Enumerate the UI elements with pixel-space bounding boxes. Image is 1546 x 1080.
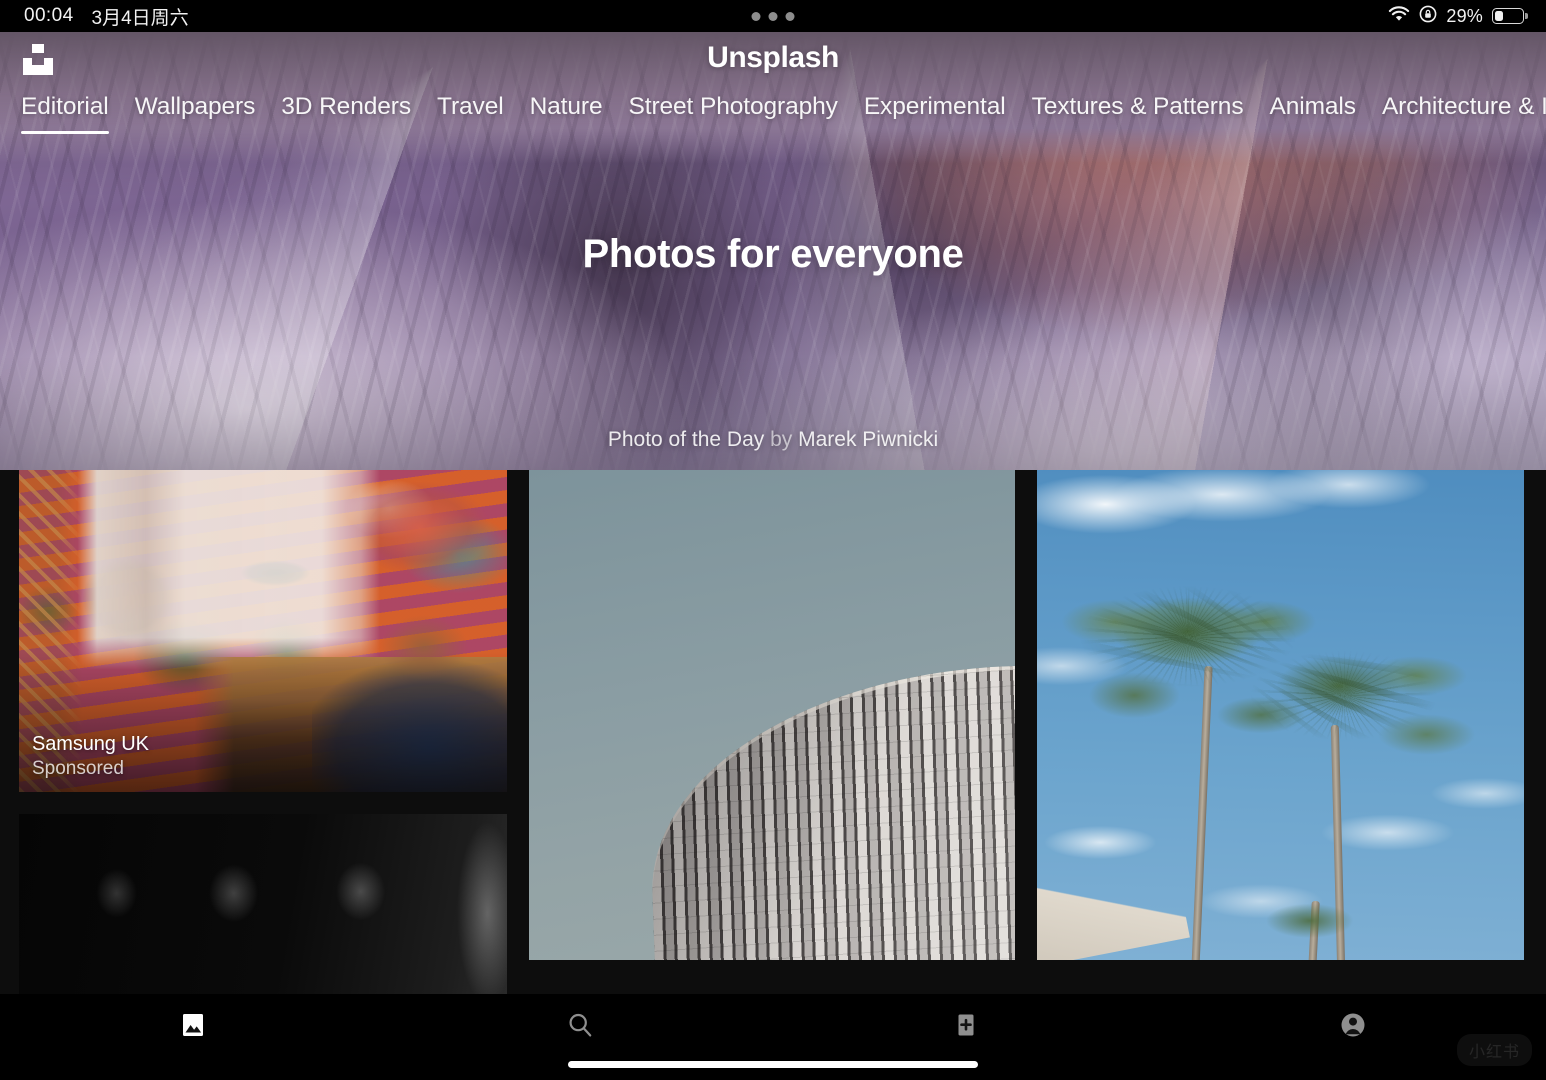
dark-photo-card[interactable]: [19, 814, 507, 994]
nav-item-textures-patterns[interactable]: Textures & Patterns: [1032, 92, 1244, 134]
photo-column-3: [1037, 470, 1524, 994]
architecture-photo-sheen: [645, 653, 1015, 960]
hero-title: Photos for everyone: [582, 232, 964, 276]
profile-icon: [1338, 1010, 1368, 1040]
nav-item-street-photography[interactable]: Street Photography: [629, 92, 838, 134]
photos-icon: [178, 1010, 208, 1040]
tab-photos[interactable]: [0, 1002, 387, 1048]
status-bar-right: 29%: [1388, 0, 1524, 32]
status-time: 00:04: [24, 5, 74, 26]
status-date: 3月4日周六: [91, 7, 189, 29]
sponsored-label: Sponsored: [32, 758, 124, 780]
dark-photo: [19, 814, 507, 994]
battery-icon: [1492, 8, 1524, 24]
watermark-badge: 小红书: [1456, 1034, 1532, 1066]
photo-column-2: [529, 470, 1015, 994]
category-nav[interactable]: Editorial Wallpapers 3D Renders Travel Natur…: [0, 92, 1546, 138]
rotation-lock-icon: [1419, 5, 1437, 28]
home-indicator[interactable]: [568, 1061, 978, 1068]
sponsor-brand-label: Samsung UK: [32, 733, 149, 756]
hero-credit-author[interactable]: Marek Piwnicki: [798, 428, 938, 451]
photo-column-1: Samsung UK Sponsored: [19, 470, 507, 994]
status-bar-left: 00:04 3月4日周六: [24, 0, 189, 32]
nav-item-3d-renders[interactable]: 3D Renders: [281, 92, 411, 134]
plus-upload-icon: [951, 1010, 981, 1040]
hero-credit: Photo of the Day by Marek Piwnicki: [0, 428, 1546, 452]
status-bar: 00:04 3月4日周六 29%: [0, 0, 1546, 32]
camera-dots-indicator: [751, 0, 795, 32]
wifi-icon: [1388, 5, 1410, 27]
nav-item-architecture-interiors[interactable]: Architecture & Interiors: [1382, 92, 1546, 134]
hero-credit-prefix: Photo of the Day: [607, 428, 765, 451]
sponsored-card-meta: Samsung UK Sponsored: [32, 733, 149, 780]
battery-percent-label: 29%: [1446, 5, 1483, 26]
sponsored-photo-card[interactable]: Samsung UK Sponsored: [19, 470, 507, 793]
nav-item-travel[interactable]: Travel: [437, 92, 504, 134]
sponsored-photo-hand: [370, 598, 478, 696]
tab-upload[interactable]: [773, 1002, 1160, 1048]
architecture-photo: [529, 470, 1015, 960]
nav-item-wallpapers[interactable]: Wallpapers: [135, 92, 256, 134]
search-icon: [565, 1010, 595, 1040]
nav-item-editorial[interactable]: Editorial: [21, 92, 109, 134]
architecture-photo-card[interactable]: [529, 470, 1015, 960]
photo-grid: Samsung UK Sponsored: [0, 470, 1546, 994]
nav-item-animals[interactable]: Animals: [1269, 92, 1356, 134]
palms-photo: [1037, 470, 1524, 960]
unsplash-app: 00:04 3月4日周六 29% Photos for everyone Pho…: [0, 0, 1546, 1080]
palms-photo-card[interactable]: [1037, 470, 1524, 960]
nav-item-nature[interactable]: Nature: [530, 92, 603, 134]
nav-item-experimental[interactable]: Experimental: [864, 92, 1006, 134]
bottom-tab-bar: [0, 994, 1546, 1080]
tab-search[interactable]: [387, 1002, 774, 1048]
hero-credit-by: by: [764, 428, 799, 451]
app-wordmark: Unsplash: [707, 41, 839, 74]
